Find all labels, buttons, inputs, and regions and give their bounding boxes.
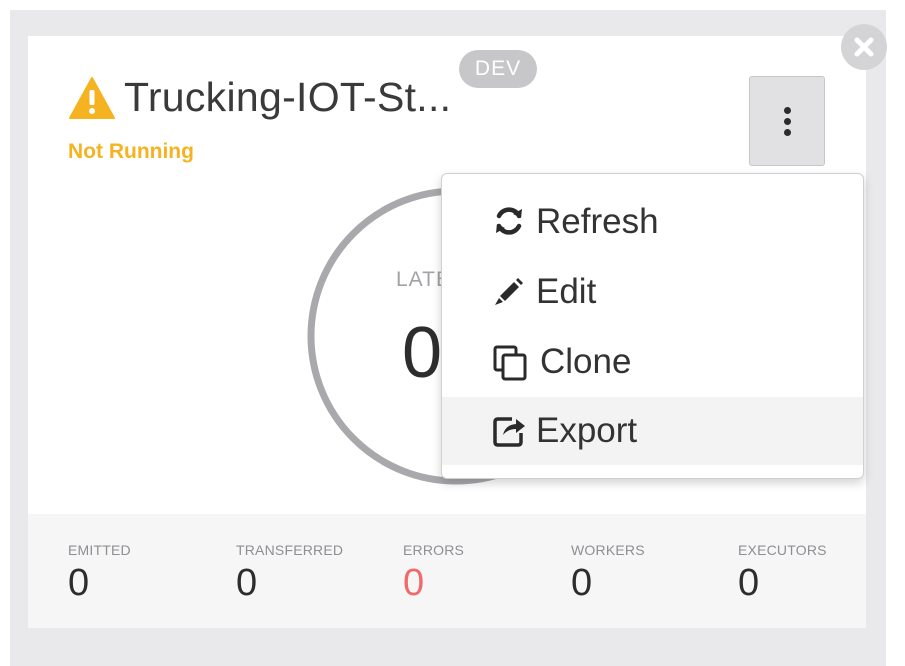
env-badge: DEV: [459, 50, 537, 88]
stat-value: 0: [738, 562, 760, 604]
menu-item-refresh[interactable]: Refresh: [442, 188, 863, 256]
clone-icon: [492, 344, 530, 387]
stat-label: TRANSFERRED: [236, 542, 344, 558]
menu-item-label: Edit: [536, 272, 597, 311]
menu-item-label: Export: [536, 411, 638, 450]
export-icon: [492, 413, 528, 454]
stat-label: ERRORS: [403, 542, 465, 558]
stat-label: EMITTED: [68, 542, 131, 558]
warning-triangle-icon: [68, 76, 116, 125]
actions-dropdown-menu: Refresh Edit Clone Export: [441, 173, 864, 479]
stat-emitted: EMITTED 0: [68, 542, 131, 605]
stat-transferred: TRANSFERRED 0: [236, 542, 343, 605]
menu-item-label: Clone: [540, 342, 632, 381]
stat-value: 0: [236, 562, 258, 604]
refresh-icon: [492, 204, 526, 243]
stat-errors: ERRORS 0: [403, 542, 464, 605]
actions-menu-button[interactable]: [749, 76, 825, 166]
menu-item-export[interactable]: Export: [442, 397, 863, 465]
topology-title[interactable]: Trucking-IOT-St...: [124, 74, 451, 121]
stat-executors: EXECUTORS 0: [738, 542, 827, 605]
status-label: Not Running: [68, 140, 194, 163]
stat-value: 0: [68, 562, 90, 604]
stat-label: WORKERS: [571, 542, 645, 558]
pencil-icon: [492, 274, 526, 313]
stat-workers: WORKERS 0: [571, 542, 645, 605]
menu-item-label: Refresh: [536, 202, 659, 241]
stat-value: 0: [571, 562, 593, 604]
stats-bar: EMITTED 0 TRANSFERRED 0 ERRORS 0 WORKERS…: [28, 514, 866, 628]
gauge-value: 0: [402, 313, 443, 393]
close-button[interactable]: [841, 24, 887, 70]
close-circle-icon: [854, 37, 874, 57]
stat-value: 0: [403, 562, 425, 604]
menu-item-clone[interactable]: Clone: [442, 328, 863, 396]
menu-item-edit[interactable]: Edit: [442, 258, 863, 326]
stat-label: EXECUTORS: [738, 542, 827, 558]
